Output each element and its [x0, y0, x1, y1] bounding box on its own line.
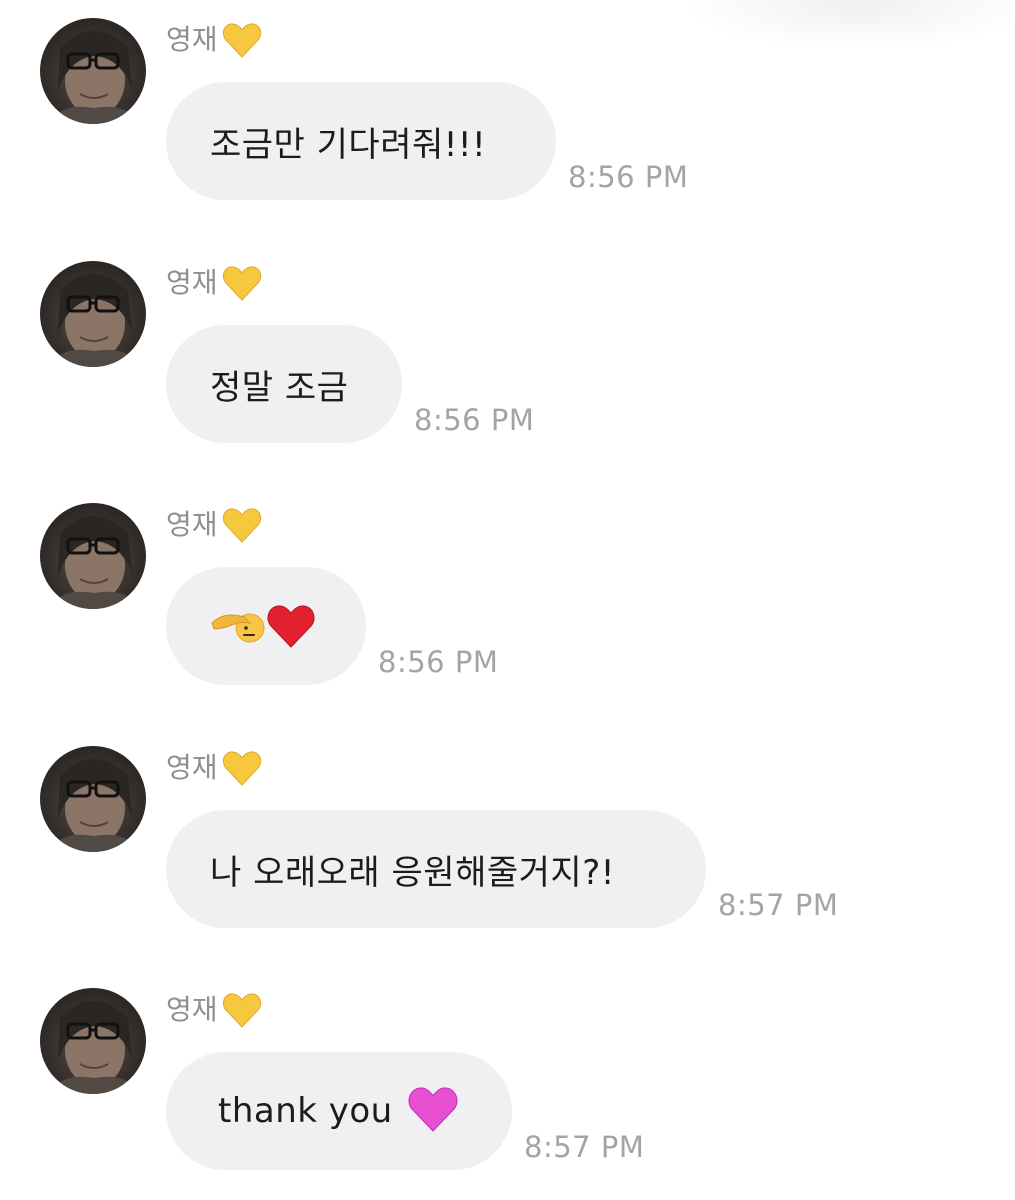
emoji-group — [210, 601, 316, 651]
message-time: 8:56 PM — [414, 403, 535, 437]
message-row: 영재 thank you 8:57 PM — [0, 970, 1015, 1170]
message-bubble[interactable]: 조금만 기다려줘!!! — [166, 82, 556, 200]
message-time: 8:56 PM — [378, 645, 499, 679]
sender: 영재 — [166, 505, 262, 545]
message-bubble[interactable] — [166, 567, 366, 685]
message-content: thank you — [218, 1085, 459, 1137]
avatar[interactable] — [40, 988, 146, 1094]
message-bubble[interactable]: 나 오래오래 응원해줄거지?! — [166, 810, 706, 928]
sender-name: 영재 — [166, 266, 218, 299]
sender-name: 영재 — [166, 23, 218, 56]
message-text: 나 오래오래 응원해줄거지?! — [210, 852, 615, 893]
message-time: 8:56 PM — [568, 160, 689, 194]
message-row: 영재 나 오래오래 응원해줄거지?! 8:57 PM — [0, 728, 1015, 928]
yellow-heart-icon — [222, 264, 262, 302]
message-row: 영재 8:56 PM — [0, 485, 1015, 685]
sender-name: 영재 — [166, 751, 218, 784]
sender: 영재 — [166, 263, 262, 303]
message-time: 8:57 PM — [718, 888, 839, 922]
sender-name: 영재 — [166, 993, 218, 1026]
sender: 영재 — [166, 990, 262, 1030]
yellow-heart-icon — [222, 991, 262, 1029]
message-bubble[interactable]: thank you — [166, 1052, 512, 1170]
message-row: 영재 조금만 기다려줘!!! 8:56 PM — [0, 0, 1015, 200]
sender-name: 영재 — [166, 508, 218, 541]
sender: 영재 — [166, 748, 262, 788]
yellow-heart-icon — [222, 506, 262, 544]
yellow-heart-icon — [222, 749, 262, 787]
saluting-face-icon — [210, 601, 266, 651]
avatar[interactable] — [40, 18, 146, 124]
avatar[interactable] — [40, 261, 146, 367]
yellow-heart-icon — [222, 21, 262, 59]
message-bubble[interactable]: 정말 조금 — [166, 325, 402, 443]
avatar[interactable] — [40, 503, 146, 609]
message-text: 정말 조금 — [210, 367, 349, 408]
message-text: 조금만 기다려줘!!! — [210, 124, 487, 165]
sender: 영재 — [166, 20, 262, 60]
pink-heart-icon — [407, 1085, 459, 1137]
avatar[interactable] — [40, 746, 146, 852]
red-heart-icon — [266, 603, 316, 649]
message-time: 8:57 PM — [524, 1130, 645, 1164]
message-row: 영재 정말 조금 8:56 PM — [0, 243, 1015, 443]
message-text: thank you — [218, 1091, 393, 1131]
